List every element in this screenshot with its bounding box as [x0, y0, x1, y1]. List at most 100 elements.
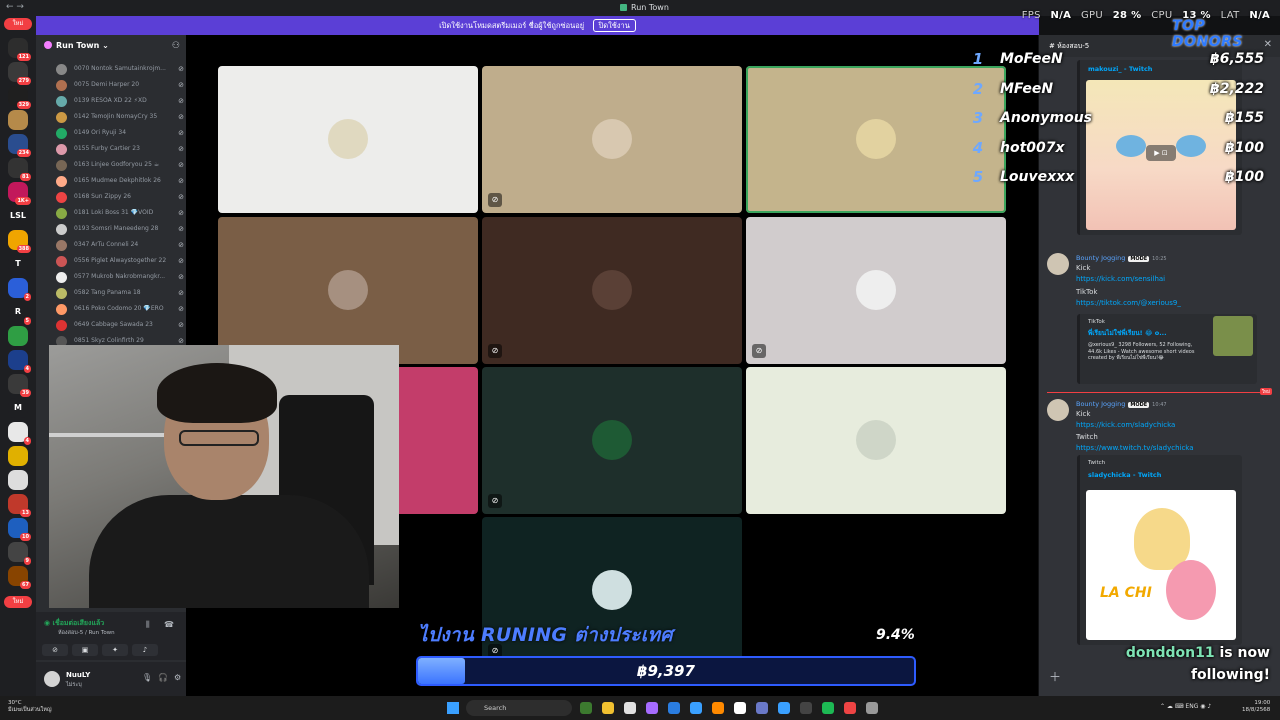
- voice-member[interactable]: 0165 Mudmee Dekphitlok 26 ⊘: [56, 173, 184, 189]
- server-icon-4[interactable]: 234: [8, 134, 31, 157]
- server-icon-9[interactable]: T: [8, 254, 28, 274]
- voice-member[interactable]: 0139 RESOA XD 22 ⚡XD ⊘: [56, 93, 184, 109]
- taskbar-app-icon[interactable]: [712, 702, 724, 714]
- participant-tile-0[interactable]: [218, 66, 478, 213]
- embed-thumbnail[interactable]: LA CHI: [1086, 490, 1236, 640]
- taskbar-app-icon[interactable]: [646, 702, 658, 714]
- start-windows-icon[interactable]: [447, 702, 459, 714]
- invite-icon[interactable]: ⚇: [172, 41, 180, 51]
- avatar[interactable]: [1047, 253, 1069, 275]
- server-icon-3[interactable]: [8, 110, 28, 130]
- headphones-icon[interactable]: 🎧: [158, 673, 168, 682]
- voice-member[interactable]: 0649 Cabbage Sawada 23 ⊘: [56, 317, 184, 333]
- voice-channel-path[interactable]: ห้องสอบ-5 / Run Town: [58, 629, 115, 637]
- disable-streamer-mode-button[interactable]: ปิดใช้งาน: [592, 19, 636, 32]
- server-icon-1[interactable]: 279: [8, 62, 31, 85]
- voice-member[interactable]: 0070 Nontok Samutainkrojm... ⊘: [56, 61, 184, 77]
- camera-off-icon[interactable]: ⊘: [42, 644, 68, 656]
- voice-member[interactable]: 0163 Linjee Godforyou 25 ☕ ⊘: [56, 157, 184, 173]
- voice-member[interactable]: 0193 Somsri Maneedeng 28 ⊘: [56, 221, 184, 237]
- server-icon-5[interactable]: 81: [8, 158, 31, 181]
- voice-member[interactable]: 0142 TemoJin NomayCry 35 ⊘: [56, 109, 184, 125]
- taskbar-app-icon[interactable]: [668, 702, 680, 714]
- taskbar-app-icon[interactable]: [778, 702, 790, 714]
- avatar[interactable]: [44, 671, 60, 687]
- server-icon-11[interactable]: R5: [8, 302, 31, 325]
- participant-tile-7[interactable]: ⊘: [482, 367, 742, 514]
- server-icon-22[interactable]: 67: [8, 566, 31, 589]
- activities-icon[interactable]: ✦: [102, 644, 128, 656]
- screen-share-icon[interactable]: ▣: [72, 644, 98, 656]
- avatar[interactable]: [1047, 399, 1069, 421]
- voice-member[interactable]: 0582 Tang Panama 18 ⊘: [56, 285, 184, 301]
- nav-arrows[interactable]: ← →: [6, 2, 24, 12]
- server-icon-21[interactable]: 9: [8, 542, 31, 565]
- username[interactable]: NuuLY: [66, 671, 90, 679]
- voice-member[interactable]: 0168 Sun Zippy 26 ⊘: [56, 189, 184, 205]
- taskbar-app-icon[interactable]: [756, 702, 768, 714]
- message-link[interactable]: https://tiktok.com/@xerious9_: [1076, 299, 1181, 307]
- participant-tile-2[interactable]: [746, 66, 1006, 213]
- disconnect-icon[interactable]: ☎: [164, 620, 174, 629]
- server-icon-20[interactable]: 10: [8, 518, 31, 541]
- server-icon-2[interactable]: 329: [8, 86, 31, 109]
- weather-widget[interactable]: 30°C มีเมฆเป็นส่วนใหญ่: [8, 700, 52, 714]
- server-icon-17[interactable]: [8, 446, 28, 466]
- participant-tile-1[interactable]: ⊘: [482, 66, 742, 213]
- taskbar-app-icon[interactable]: [602, 702, 614, 714]
- server-icon-10[interactable]: 2: [8, 278, 31, 301]
- participant-tile-8[interactable]: [746, 367, 1006, 514]
- taskbar-app-icon[interactable]: [624, 702, 636, 714]
- add-attachment-icon[interactable]: ＋: [1049, 668, 1061, 685]
- server-icon-7[interactable]: LSL: [8, 206, 28, 226]
- taskbar-app-icon[interactable]: [690, 702, 702, 714]
- taskbar-app-icon[interactable]: [734, 702, 746, 714]
- settings-gear-icon[interactable]: ⚙: [174, 673, 181, 682]
- participant-tile-3[interactable]: [218, 217, 478, 364]
- server-rail: ใหม่ 121 279 329 234 81 1K+ LSL 388 T 2 R 5 4 39 M 4 13 1…: [0, 16, 36, 696]
- participant-tile-5[interactable]: ⊘: [746, 217, 1006, 364]
- voice-member[interactable]: 0181 Loki Boss 31 💎VOID ⊘: [56, 205, 184, 221]
- message-link[interactable]: https://www.twitch.tv/sladychicka: [1076, 444, 1194, 452]
- noise-suppression-icon[interactable]: ⫼: [146, 620, 150, 630]
- voice-member[interactable]: 0149 Ori Ryuji 34 ⊘: [56, 125, 184, 141]
- soundboard-icon[interactable]: ♪: [132, 644, 158, 656]
- server-icon-16[interactable]: 4: [8, 422, 31, 445]
- server-icon-19[interactable]: 13: [8, 494, 31, 517]
- voice-member[interactable]: 0075 Demi Harper 20 ⊘: [56, 77, 184, 93]
- voice-member[interactable]: 0155 Furby Cartier 23 ⊘: [56, 141, 184, 157]
- voice-member[interactable]: 0556 Piglet Alwaystogether 22 ⊘: [56, 253, 184, 269]
- participant-tile-4[interactable]: ⊘: [482, 217, 742, 364]
- new-pill-top[interactable]: ใหม่: [4, 18, 32, 30]
- server-icon-13[interactable]: 4: [8, 350, 31, 373]
- server-icon-0[interactable]: 121: [8, 38, 31, 61]
- taskbar-search-input[interactable]: Search: [466, 700, 572, 716]
- unread-badge: 388: [16, 245, 31, 253]
- message-link[interactable]: https://kick.com/sensilhai: [1076, 275, 1165, 283]
- embed-thumbnail[interactable]: [1213, 316, 1253, 356]
- embed-title[interactable]: sladychicka - Twitch: [1088, 471, 1161, 479]
- server-icon-14[interactable]: 39: [8, 374, 31, 397]
- voice-member[interactable]: 0616 Poko Codomo 20 💎ERO ⊘: [56, 301, 184, 317]
- microphone-icon[interactable]: 🎙: [142, 673, 152, 682]
- server-icon-18[interactable]: [8, 470, 28, 490]
- server-name[interactable]: Run Town ⌄: [44, 41, 109, 50]
- server-icon-15[interactable]: M: [8, 398, 28, 418]
- server-icon-6[interactable]: 1K+: [8, 182, 31, 205]
- system-tray[interactable]: ⌃ ☁ ⌨ ENG ◉ ♪: [1160, 703, 1211, 710]
- voice-member[interactable]: 0347 ArTu Conneli 24 ⊘: [56, 237, 184, 253]
- taskbar-clock[interactable]: 19:00 18/8/2568: [1242, 700, 1270, 714]
- server-icon-8[interactable]: 388: [8, 230, 31, 253]
- voice-member[interactable]: 0577 Mukrob Nakrobmangkr... ⊘: [56, 269, 184, 285]
- taskbar-app-icon[interactable]: [822, 702, 834, 714]
- taskbar-app-icon[interactable]: [580, 702, 592, 714]
- new-pill-bottom[interactable]: ใหม่: [4, 596, 32, 608]
- message-author[interactable]: Bounty Jogging MODE 10:25: [1076, 254, 1167, 262]
- server-icon-12[interactable]: [8, 326, 28, 346]
- message-author[interactable]: Bounty Jogging MODE 10:47: [1076, 400, 1167, 408]
- taskbar-app-icon[interactable]: [800, 702, 812, 714]
- embed-title[interactable]: พี่เรียนไม่ใช่พี่เรียน! 😂 o...: [1088, 328, 1167, 338]
- taskbar-app-icon[interactable]: [844, 702, 856, 714]
- taskbar-app-icon[interactable]: [866, 702, 878, 714]
- message-link[interactable]: https://kick.com/sladychicka: [1076, 421, 1175, 429]
